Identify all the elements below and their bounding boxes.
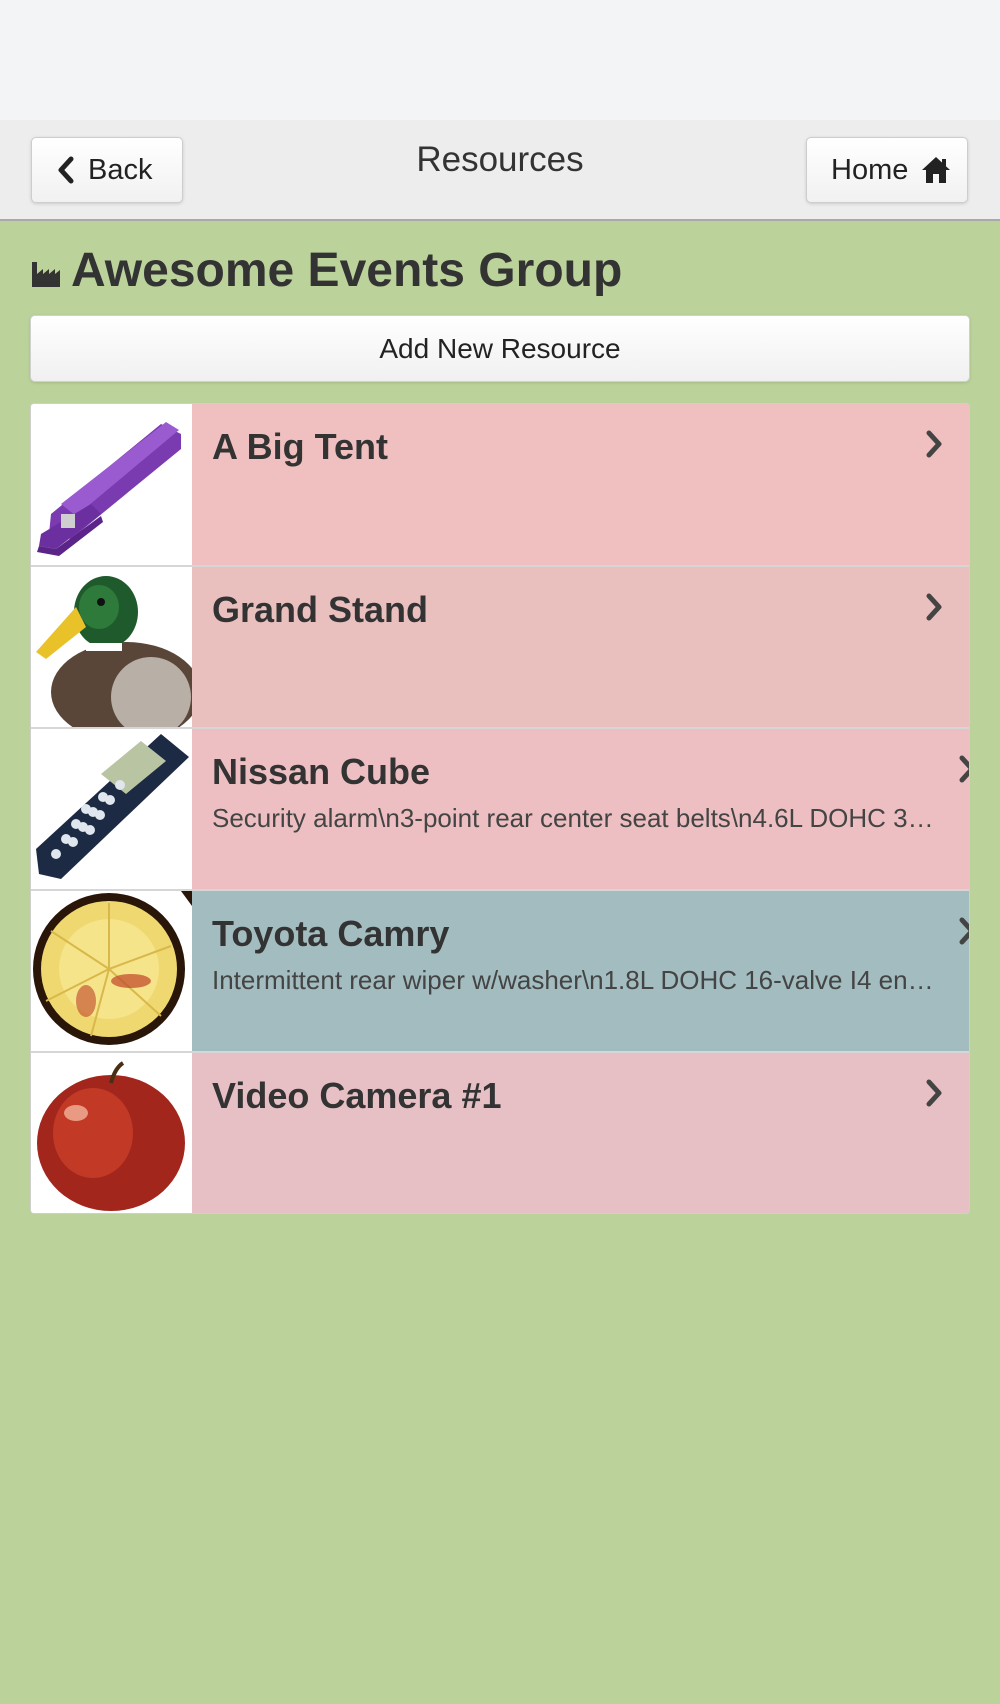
list-item[interactable]: Video Camera #1 <box>31 1051 969 1213</box>
add-new-resource-label: Add New Resource <box>379 332 621 364</box>
phone-image <box>31 729 192 889</box>
home-button[interactable]: Home <box>806 137 968 203</box>
chevron-right-icon <box>926 1079 942 1107</box>
apple-image <box>31 1053 192 1213</box>
resource-thumbnail <box>31 891 192 1051</box>
resource-thumbnail <box>31 729 192 889</box>
resource-title: Grand Stand <box>212 589 429 630</box>
resource-thumbnail <box>31 404 192 565</box>
chevron-right-icon <box>926 430 942 458</box>
duck-image <box>31 567 192 727</box>
factory-icon <box>32 262 60 287</box>
add-new-resource-button[interactable]: Add New Resource <box>30 315 970 382</box>
chevron-right-icon <box>926 593 942 621</box>
back-label: Back <box>88 153 153 186</box>
resource-title: A Big Tent <box>212 426 388 467</box>
list-item[interactable]: A Big Tent <box>31 404 969 565</box>
chevron-left-icon <box>58 156 74 184</box>
back-button[interactable]: Back <box>31 137 183 203</box>
page-title: Resources <box>416 140 584 179</box>
group-title: Awesome Events Group <box>71 243 623 297</box>
chevron-right-icon <box>959 917 969 945</box>
resource-thumbnail <box>31 567 192 727</box>
list-item[interactable]: Toyota Camry Intermittent rear wiper w/w… <box>31 889 969 1051</box>
resource-thumbnail <box>31 1053 192 1213</box>
header-bar: Back Resources Home <box>0 120 1000 221</box>
resource-description: Intermittent rear wiper w/washer\n1.8L D… <box>212 965 942 995</box>
resource-list: A Big Tent Grand Stand Nissan Cube Secur… <box>30 403 970 1214</box>
stapler-image <box>31 404 192 565</box>
citrus-slice-image <box>31 891 192 1051</box>
list-item[interactable]: Grand Stand <box>31 565 969 727</box>
home-icon <box>922 157 951 183</box>
chevron-right-icon <box>959 755 969 783</box>
list-item[interactable]: Nissan Cube Security alarm\n3-point rear… <box>31 727 969 889</box>
group-heading: Awesome Events Group <box>31 240 622 300</box>
home-label: Home <box>831 153 909 186</box>
resource-description: Security alarm\n3-point rear center seat… <box>212 803 942 833</box>
resource-title: Toyota Camry <box>212 913 450 954</box>
status-bar-area <box>0 0 1000 120</box>
resource-title: Nissan Cube <box>212 751 431 792</box>
resource-title: Video Camera #1 <box>212 1075 502 1116</box>
